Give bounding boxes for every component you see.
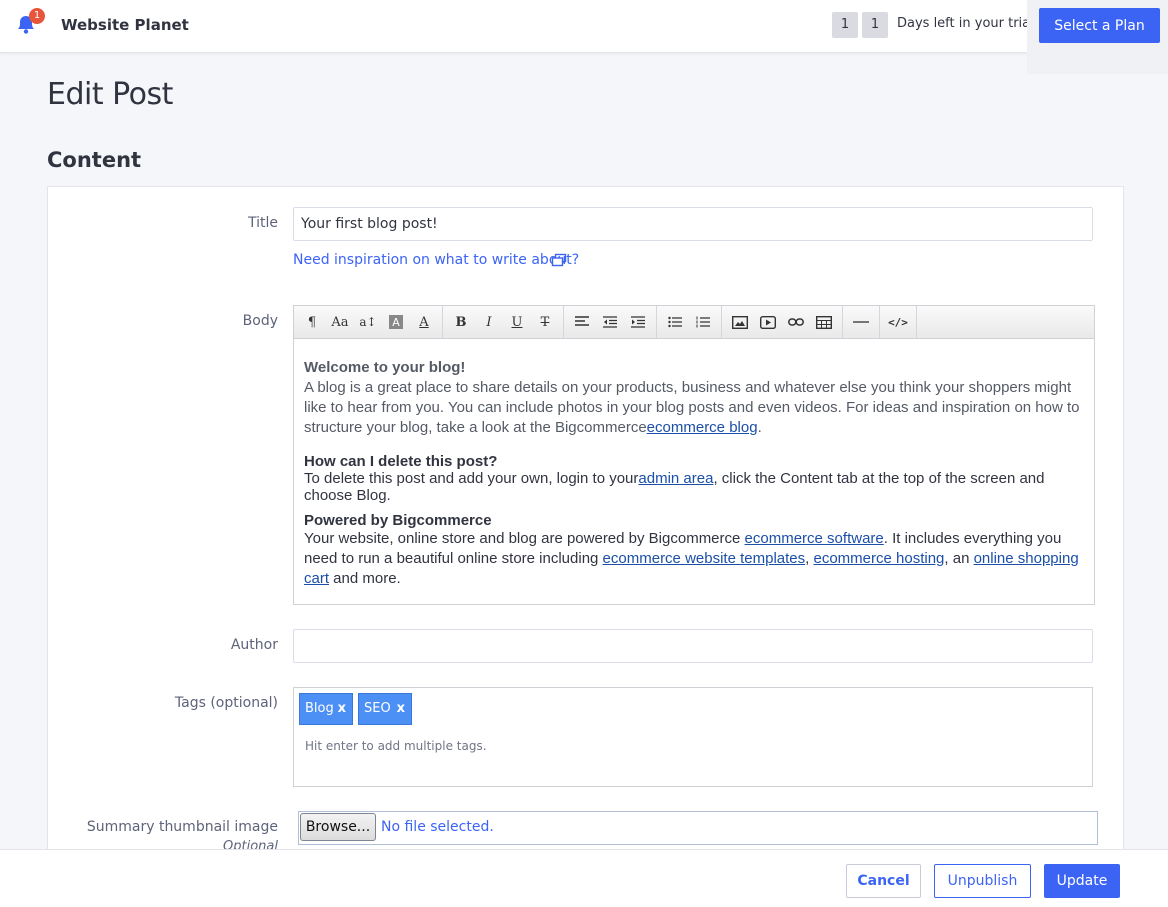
file-status: No file selected.: [381, 819, 494, 835]
ecommerce-blog-link[interactable]: ecommerce blog: [647, 419, 758, 436]
body-label: Body: [242, 313, 278, 329]
tag-remove-icon[interactable]: x: [397, 694, 405, 724]
tags-hint: Hit enter to add multiple tags.: [305, 739, 487, 753]
author-label: Author: [230, 637, 278, 653]
tags-label: Tags (optional): [174, 695, 278, 711]
outdent-icon[interactable]: [596, 309, 624, 335]
unpublish-button[interactable]: Unpublish: [934, 864, 1031, 898]
notification-count-badge: 1: [29, 8, 45, 24]
tag-label: Blog: [305, 701, 334, 716]
top-bar: 1 Website Planet 1 1 Days left in your t…: [0, 0, 1168, 53]
underline-icon[interactable]: U: [503, 309, 531, 335]
select-plan-button[interactable]: Select a Plan: [1039, 8, 1160, 43]
svg-text:A: A: [392, 316, 400, 329]
strikethrough-icon[interactable]: T: [531, 309, 559, 335]
italic-icon[interactable]: I: [475, 309, 503, 335]
admin-area-link[interactable]: admin area: [638, 470, 713, 487]
table-icon[interactable]: [810, 309, 838, 335]
tag-chip: Blog x: [299, 693, 353, 725]
store-name[interactable]: Website Planet: [61, 16, 189, 34]
paragraph-text: and more.: [329, 570, 401, 587]
code-view-icon[interactable]: </>: [884, 309, 912, 335]
paragraph-text: Your website, online store and blog are …: [304, 530, 745, 547]
font-family-icon[interactable]: Aa: [326, 309, 354, 335]
action-footer: Cancel Unpublish Update: [0, 849, 1168, 907]
thumbnail-file-input[interactable]: Browse... No file selected.: [298, 811, 1098, 845]
page-title: Edit Post: [47, 77, 173, 112]
paragraph-text: .: [757, 419, 762, 436]
trial-days-digit: 1: [862, 12, 888, 38]
paragraph-icon[interactable]: ¶: [298, 309, 326, 335]
editor-toolbar: ¶ Aa a↕ A A B I U T </>: [293, 305, 1095, 339]
text-color-icon[interactable]: A: [410, 309, 438, 335]
video-icon[interactable]: [754, 309, 782, 335]
paragraph-heading: Welcome to your blog!: [304, 359, 466, 376]
trial-days-digit: 1: [832, 12, 858, 38]
tag-remove-icon[interactable]: x: [338, 694, 346, 724]
title-input[interactable]: [293, 207, 1093, 241]
ecommerce-hosting-link[interactable]: ecommerce hosting: [813, 550, 944, 567]
tag-chip: SEO x: [358, 693, 412, 725]
external-window-icon[interactable]: [551, 253, 567, 267]
image-icon[interactable]: [726, 309, 754, 335]
ordered-list-icon[interactable]: [689, 309, 717, 335]
paragraph-text: To delete this post and add your own, lo…: [304, 470, 639, 487]
paragraph-text: , an: [944, 550, 974, 567]
horizontal-rule-icon[interactable]: [847, 309, 875, 335]
font-size-icon[interactable]: a↕: [354, 309, 382, 335]
tag-label: SEO: [364, 701, 391, 716]
cancel-button[interactable]: Cancel: [846, 864, 921, 898]
browse-button[interactable]: Browse...: [300, 813, 376, 841]
paragraph-heading: How can I delete this post?: [304, 453, 498, 470]
tags-input[interactable]: Blog x SEO x Hit enter to add multiple t…: [293, 687, 1093, 787]
bullet-list-icon[interactable]: [661, 309, 689, 335]
paragraph-delete: How can I delete this post? To delete th…: [304, 453, 1084, 504]
indent-icon[interactable]: [624, 309, 652, 335]
section-title: Content: [47, 148, 142, 172]
paragraph-heading: Powered by Bigcommerce: [304, 512, 492, 529]
author-input[interactable]: [293, 629, 1093, 663]
ecommerce-software-link[interactable]: ecommerce software: [745, 530, 884, 547]
inspiration-link[interactable]: Need inspiration on what to write about?: [293, 252, 579, 268]
editor-content[interactable]: Welcome to your blog! A blog is a great …: [293, 339, 1095, 605]
update-button[interactable]: Update: [1044, 864, 1120, 898]
thumbnail-label: Summary thumbnail image: [86, 819, 278, 835]
bold-icon[interactable]: B: [447, 309, 475, 335]
trial-text: Days left in your trial.: [897, 16, 1038, 31]
background-color-icon[interactable]: A: [382, 309, 410, 335]
link-icon[interactable]: [782, 309, 810, 335]
paragraph-powered: Powered by Bigcommerce Your website, onl…: [304, 512, 1084, 589]
website-templates-link[interactable]: ecommerce website templates: [603, 550, 806, 567]
title-label: Title: [247, 215, 278, 231]
paragraph-welcome: Welcome to your blog! A blog is a great …: [304, 358, 1084, 438]
align-icon[interactable]: [568, 309, 596, 335]
